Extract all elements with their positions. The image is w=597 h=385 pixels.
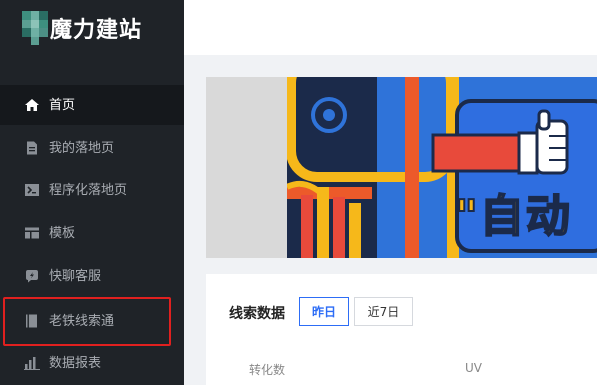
brand-logo[interactable]: 魔力建站 [22, 11, 142, 45]
sidebar-item-label: 快聊客服 [49, 268, 102, 284]
sidebar-item-chat-service[interactable]: 快聊客服 [0, 256, 184, 296]
sidebar-item-programmatic-pages[interactable]: 程序化落地页 [0, 170, 184, 210]
book-icon [24, 314, 40, 328]
top-bar [184, 0, 597, 55]
sidebar-item-label: 数据报表 [49, 355, 102, 371]
sidebar-item-label: 程序化落地页 [49, 182, 128, 198]
banner-illustration: "自动 [287, 77, 597, 258]
tab-last-7-days[interactable]: 近7日 [354, 297, 413, 326]
sidebar-item-templates[interactable]: 模板 [0, 213, 184, 253]
bar-chart-icon [24, 356, 40, 370]
leads-data-card: 线索数据 昨日 近7日 转化数 UV [206, 274, 597, 385]
column-header-uv: UV [465, 361, 482, 375]
logo-mark-icon [22, 11, 48, 45]
sidebar: 魔力建站 首页 我的落地页 程序化落地页 模板 快聊客服 老铁线索通 数据报表 [0, 0, 184, 385]
sidebar-item-reports[interactable]: 数据报表 [0, 343, 184, 383]
document-icon [24, 141, 40, 155]
program-icon [24, 183, 40, 197]
sidebar-item-landing-pages[interactable]: 我的落地页 [0, 128, 184, 168]
home-icon [24, 98, 40, 112]
brand-name: 魔力建站 [50, 18, 143, 43]
sidebar-item-label: 首页 [49, 97, 76, 113]
banner[interactable]: "自动 [206, 77, 597, 258]
sidebar-item-label: 我的落地页 [49, 140, 115, 156]
tab-yesterday[interactable]: 昨日 [299, 297, 349, 326]
column-header-conversions: 转化数 [249, 363, 286, 377]
sidebar-item-lead-tool[interactable]: 老铁线索通 [0, 301, 184, 341]
chat-icon [24, 269, 40, 283]
sidebar-item-label: 老铁线索通 [49, 313, 115, 329]
template-icon [24, 226, 40, 240]
section-title: 线索数据 [229, 306, 285, 322]
sidebar-item-home[interactable]: 首页 [0, 85, 184, 125]
sidebar-item-label: 模板 [49, 225, 76, 241]
banner-headline: "自动 [454, 190, 572, 243]
